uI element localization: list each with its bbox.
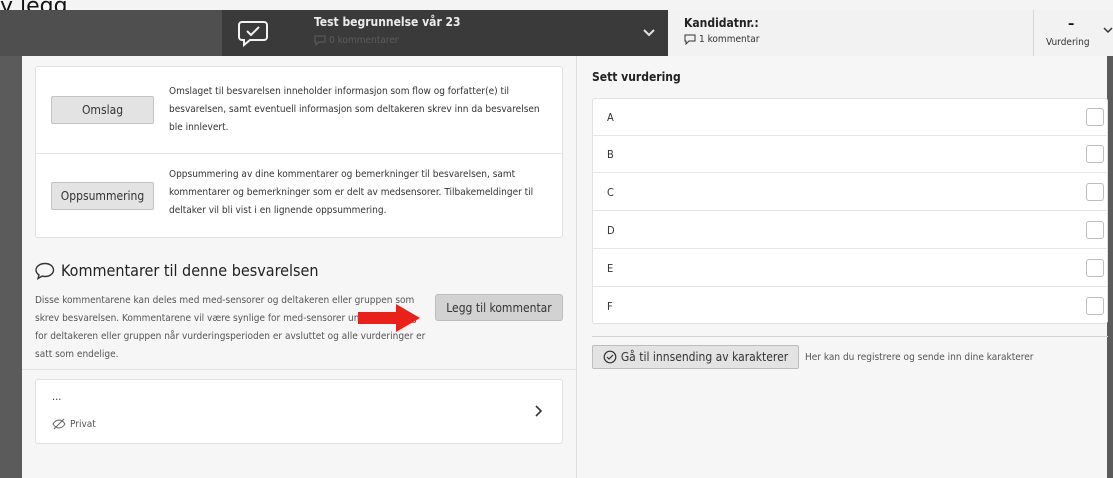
grade-option-d[interactable]: D <box>593 212 1107 249</box>
grading-title: Sett vurdering <box>592 70 681 84</box>
check-circle-icon <box>603 350 617 364</box>
grade-label: A <box>607 111 614 124</box>
comment-text: ... <box>52 390 62 403</box>
grade-checkbox[interactable] <box>1086 108 1104 126</box>
grade-option-f[interactable]: F <box>593 288 1107 325</box>
task-selector[interactable]: Test begrunnelse vår 23 0 kommentarer <box>222 10 668 56</box>
submit-grades-hint: Her kan du registrere og sende inn dine … <box>805 352 1034 363</box>
grade-option-c[interactable]: C <box>593 174 1107 211</box>
comments-heading: Kommentarer til denne besvarelsen <box>35 261 318 280</box>
comments-heading-text: Kommentarer til denne besvarelsen <box>61 261 319 280</box>
navigation-card: Omslag Omslaget til besvarelsen innehold… <box>35 66 563 238</box>
grade-label: E <box>607 262 614 275</box>
comment-icon <box>314 35 326 46</box>
right-pane: Sett vurdering A B C D E F Gå til innsen… <box>576 56 1108 478</box>
candidate-info: Kandidatnr.: 1 kommentar <box>668 10 1033 56</box>
grade-label: F <box>607 300 613 313</box>
summary-section: Oppsummering Oppsummering av dine kommen… <box>36 154 562 239</box>
chevron-right-icon <box>535 405 543 417</box>
section-divider <box>22 369 576 370</box>
comment-icon <box>35 262 55 280</box>
candidate-number-label: Kandidatnr.: <box>684 16 759 30</box>
comment-visibility: Privat <box>52 418 96 430</box>
grade-checkbox[interactable] <box>1086 297 1104 315</box>
top-bar: Test begrunnelse vår 23 0 kommentarer Ka… <box>0 10 1113 56</box>
chevron-down-icon[interactable] <box>642 26 656 40</box>
summary-button[interactable]: Oppsummering <box>51 182 154 210</box>
modal: Omslag Omslaget til besvarelsen innehold… <box>22 56 1108 478</box>
checkmark-chat-icon <box>238 21 268 48</box>
grade-option-b[interactable]: B <box>593 136 1107 173</box>
grade-label: Vurdering <box>1046 37 1090 48</box>
add-comment-button[interactable]: Legg til kommentar <box>435 294 563 321</box>
backdrop-left <box>0 56 22 478</box>
candidate-comment-count-label: 1 kommentar <box>699 34 760 45</box>
grade-list: A B C D E F <box>592 98 1108 324</box>
red-arrow-annotation <box>358 304 420 332</box>
grade-checkbox[interactable] <box>1086 145 1104 163</box>
comment-item[interactable]: ... Privat <box>35 379 563 444</box>
left-pane: Omslag Omslaget til besvarelsen innehold… <box>22 56 576 478</box>
header-left-area <box>0 10 222 56</box>
task-comment-count-label: 0 kommentarer <box>329 35 399 46</box>
cover-description: Omslaget til besvarelsen inneholder info… <box>169 86 540 133</box>
comment-visibility-label: Privat <box>70 418 96 430</box>
chevron-down-icon <box>1103 27 1113 34</box>
submit-grades-button[interactable]: Gå til innsending av karakterer <box>592 345 799 369</box>
candidate-comment-count[interactable]: 1 kommentar <box>684 34 759 45</box>
task-title: Test begrunnelse vår 23 <box>314 15 461 29</box>
cover-section: Omslag Omslaget til besvarelsen innehold… <box>36 67 562 154</box>
grade-option-a[interactable]: A <box>593 99 1107 136</box>
cover-button[interactable]: Omslag <box>51 96 154 124</box>
eye-off-icon <box>52 418 66 430</box>
grade-dropdown[interactable]: – Vurdering <box>1033 10 1113 56</box>
grade-checkbox[interactable] <box>1086 183 1104 201</box>
grade-option-e[interactable]: E <box>593 250 1107 287</box>
grade-checkbox[interactable] <box>1086 221 1104 239</box>
grade-value: – <box>1068 16 1075 32</box>
grade-label: D <box>607 224 615 237</box>
grade-label: B <box>607 148 614 161</box>
comment-icon <box>684 34 696 45</box>
task-comment-count: 0 kommentarer <box>314 35 398 46</box>
submit-grades-label: Gå til innsending av karakterer <box>620 350 789 364</box>
grade-label: C <box>607 186 614 199</box>
grade-checkbox[interactable] <box>1086 259 1104 277</box>
summary-description: Oppsummering av dine kommentarer og beme… <box>169 169 534 216</box>
grading-divider <box>592 336 1108 337</box>
